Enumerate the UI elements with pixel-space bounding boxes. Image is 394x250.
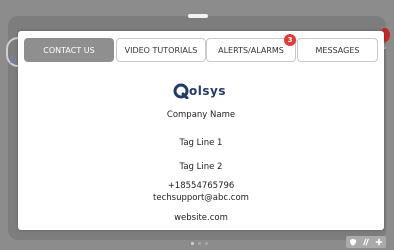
tab-video-tutorials[interactable]: VIDEO TUTORIALS (116, 38, 206, 62)
tag-line-2: Tag Line 2 (179, 162, 223, 172)
website-link[interactable]: website.com (18, 213, 384, 223)
tag-line-1: Tag Line 1 (179, 138, 223, 148)
page-indicator (191, 242, 208, 245)
contact-modal: CONTACT US VIDEO TUTORIALS ALERTS/ALARMS… (18, 31, 384, 230)
background-slash-icon: // (10, 54, 18, 65)
shield-icon[interactable] (349, 238, 357, 246)
tab-messages[interactable]: MESSAGES (297, 38, 378, 62)
company-logo: olsys (173, 83, 226, 99)
qolsys-logo-icon (173, 83, 189, 99)
slash-icon[interactable] (362, 238, 370, 246)
plus-icon[interactable] (375, 238, 383, 246)
top-drag-handle[interactable] (188, 14, 208, 18)
page-dot[interactable] (191, 242, 194, 245)
page-dot[interactable] (205, 242, 208, 245)
logo-text: olsys (189, 84, 226, 98)
company-name: Company Name (166, 110, 236, 120)
tab-alerts-alarms[interactable]: ALERTS/ALARMS (206, 38, 296, 62)
support-email[interactable]: techsupport@abc.com (18, 193, 384, 203)
tab-contact-us[interactable]: CONTACT US (24, 38, 114, 62)
page-dot[interactable] (198, 242, 201, 245)
phone-number[interactable]: +18554765796 (18, 181, 384, 191)
bottom-right-icons (346, 236, 386, 248)
alerts-badge: 3 (284, 34, 296, 46)
